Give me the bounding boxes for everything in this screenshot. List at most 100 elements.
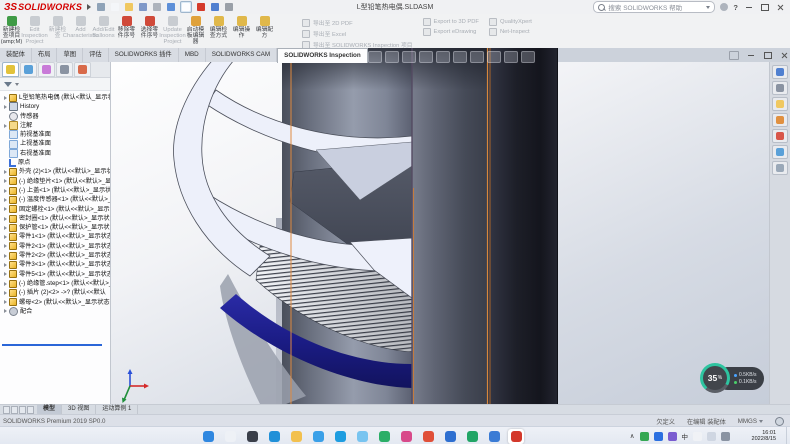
save-icon[interactable] xyxy=(138,2,148,12)
remove-balloons-button[interactable]: 移除零件序号 xyxy=(115,15,138,47)
tree-item[interactable]: 零件1<1> (默认<<默认>_显示状态 xyxy=(0,232,110,241)
restore-button[interactable] xyxy=(759,3,770,12)
expand-arrow-icon[interactable] xyxy=(2,105,9,109)
start-button[interactable] xyxy=(200,429,216,444)
vpn-tray-icon[interactable] xyxy=(668,432,677,441)
display-tray-icon[interactable] xyxy=(707,432,716,441)
w-app-icon[interactable] xyxy=(486,429,502,444)
touch-keyboard-icon[interactable] xyxy=(693,432,702,441)
tab-layout[interactable]: 布局 xyxy=(32,48,58,62)
tree-item[interactable]: 零件2<2> (默认<<默认>_显示状态 xyxy=(0,251,110,260)
tree-item[interactable]: 零件2<1> (默认<<默认>_显示状态 xyxy=(0,242,110,251)
solidworks-taskbar-icon[interactable] xyxy=(508,429,524,444)
tree-item[interactable]: (-) 绝缘管.step<1> (默认<<默认>_ xyxy=(0,279,110,288)
expand-arrow-icon[interactable] xyxy=(2,309,9,313)
expand-arrow-icon[interactable] xyxy=(2,96,9,100)
chrome-icon[interactable] xyxy=(420,429,436,444)
volume-tray-icon[interactable] xyxy=(721,432,730,441)
expand-arrow-icon[interactable] xyxy=(2,235,9,239)
tree-item[interactable]: 保护管<1> (默认<<默认>_显示状 xyxy=(0,223,110,232)
solidworks-resources-icon[interactable] xyxy=(772,65,788,79)
tree-item[interactable]: 配合 xyxy=(0,307,110,316)
tag-globe-icon[interactable] xyxy=(775,417,784,426)
tree-item[interactable]: L型铅笔热电偶 (默认<默认_显示状态-1> xyxy=(0,93,110,102)
network-speed-widget[interactable]: 0.5KB/s 0.1KB/s 35% xyxy=(700,363,766,393)
zoom-area-icon[interactable] xyxy=(385,51,399,63)
appearances-scenes-icon[interactable] xyxy=(772,129,788,143)
doc-minimize-button[interactable] xyxy=(745,51,756,60)
expand-arrow-icon[interactable] xyxy=(2,170,9,174)
maps-tray-icon[interactable] xyxy=(640,432,649,441)
tree-item[interactable]: 外壳 (2)<1> (默认<<默认>_显示状 xyxy=(0,167,110,176)
doc-restore-icon[interactable] xyxy=(729,51,739,60)
tab-solidworks-inspection[interactable]: SOLIDWORKS Inspection xyxy=(277,48,368,63)
section-view-icon[interactable] xyxy=(419,51,433,63)
tree-item[interactable]: 注解 xyxy=(0,121,110,130)
tab-mbd[interactable]: MBD xyxy=(179,48,206,62)
options-gear-icon[interactable] xyxy=(224,2,234,12)
custom-properties-icon[interactable] xyxy=(772,145,788,159)
featuremanager-tree-tab[interactable] xyxy=(2,62,19,77)
edit-inspection-project-button[interactable]: Edit Inspection Project xyxy=(23,15,46,47)
expand-arrow-icon[interactable] xyxy=(2,207,9,211)
taskbar-clock[interactable]: 16:01 2022/8/15 xyxy=(752,430,776,442)
tree-item[interactable]: 螺母<2> (默认<<默认>_显示状态 xyxy=(0,298,110,307)
docs-app-icon[interactable] xyxy=(442,429,458,444)
expand-arrow-icon[interactable] xyxy=(2,226,9,230)
units-selector[interactable]: MMGS xyxy=(738,418,757,425)
new-inspection-project-button[interactable]: 新建检查项目 (amp;M) xyxy=(0,15,23,47)
close-button[interactable] xyxy=(775,3,786,12)
show-desktop-button[interactable] xyxy=(786,427,790,444)
solidworks-forum-icon[interactable] xyxy=(772,161,788,175)
task-view-button[interactable] xyxy=(244,429,260,444)
previous-view-icon[interactable] xyxy=(402,51,416,63)
expand-arrow-icon[interactable] xyxy=(2,124,9,128)
shield-tray-icon[interactable] xyxy=(654,432,663,441)
tree-item[interactable]: 原点 xyxy=(0,158,110,167)
3d-model-thermocouple-assembly[interactable] xyxy=(110,48,770,404)
hide-show-items-icon[interactable] xyxy=(470,51,484,63)
dimxpertmanager-tab[interactable] xyxy=(56,62,73,77)
mail-icon[interactable] xyxy=(310,429,326,444)
edit-appearance-icon[interactable] xyxy=(487,51,501,63)
search-input[interactable]: 搜索 SOLIDWORKS 帮助 xyxy=(593,1,715,13)
menu-flyout-arrow[interactable] xyxy=(87,4,91,10)
expand-arrow-icon[interactable] xyxy=(2,189,9,193)
rebuild-traffic-icon[interactable] xyxy=(196,2,206,12)
ime-indicator[interactable]: 中 xyxy=(682,431,689,441)
graphics-viewport[interactable]: 0.5KB/s 0.1KB/s 35% xyxy=(110,48,770,404)
media-app-icon[interactable] xyxy=(398,429,414,444)
expand-arrow-icon[interactable] xyxy=(2,254,9,258)
green-app-icon[interactable] xyxy=(464,429,480,444)
store-icon[interactable] xyxy=(332,429,348,444)
select-balloons-button[interactable]: 选择零件序号 xyxy=(138,15,161,47)
tab-sketch[interactable]: 草图 xyxy=(57,48,83,62)
expand-arrow-icon[interactable] xyxy=(2,272,9,276)
tab-solidworks-addins[interactable]: SOLIDWORKS 插件 xyxy=(109,48,179,62)
tree-item[interactable]: (-) 温度传感器<1> (默认<<默认>_ xyxy=(0,195,110,204)
tab-evaluate[interactable]: 评估 xyxy=(83,48,109,62)
expand-arrow-icon[interactable] xyxy=(2,263,9,267)
new-document-icon[interactable] xyxy=(110,2,120,12)
select-cursor-icon[interactable] xyxy=(180,1,192,13)
file-explorer-icon[interactable] xyxy=(288,429,304,444)
propertymanager-tab[interactable] xyxy=(20,62,37,77)
launch-template-editor-button[interactable]: 启动模板编辑器 xyxy=(184,15,207,47)
edge-icon[interactable] xyxy=(266,429,282,444)
edit-recipe-button[interactable]: 编辑配方 xyxy=(253,15,276,47)
expand-arrow-icon[interactable] xyxy=(2,198,9,202)
design-library-icon[interactable] xyxy=(772,81,788,95)
home-icon[interactable] xyxy=(96,2,106,12)
tree-item[interactable]: 上视基准面 xyxy=(0,139,110,148)
add-edit-balloons-button[interactable]: Add/Edit Balloons xyxy=(92,15,115,47)
tree-item[interactable]: 零件3<1> (默认<<默认>_显示状态 xyxy=(0,260,110,269)
file-properties-icon[interactable] xyxy=(210,2,220,12)
update-inspection-project-button[interactable]: Update Inspection Project xyxy=(161,15,184,47)
search-dropdown-icon[interactable] xyxy=(706,6,710,9)
tree-item[interactable]: (-) 插片 (2)<2> ->? (默认<<默认 xyxy=(0,288,110,297)
tree-item[interactable]: 固定螺栓<1> (默认<<默认>_显示 xyxy=(0,205,110,214)
tree-filter[interactable] xyxy=(0,78,110,91)
file-explorer-pane-icon[interactable] xyxy=(772,97,788,111)
units-dropdown-icon[interactable] xyxy=(759,420,763,423)
expand-arrow-icon[interactable] xyxy=(2,291,9,295)
